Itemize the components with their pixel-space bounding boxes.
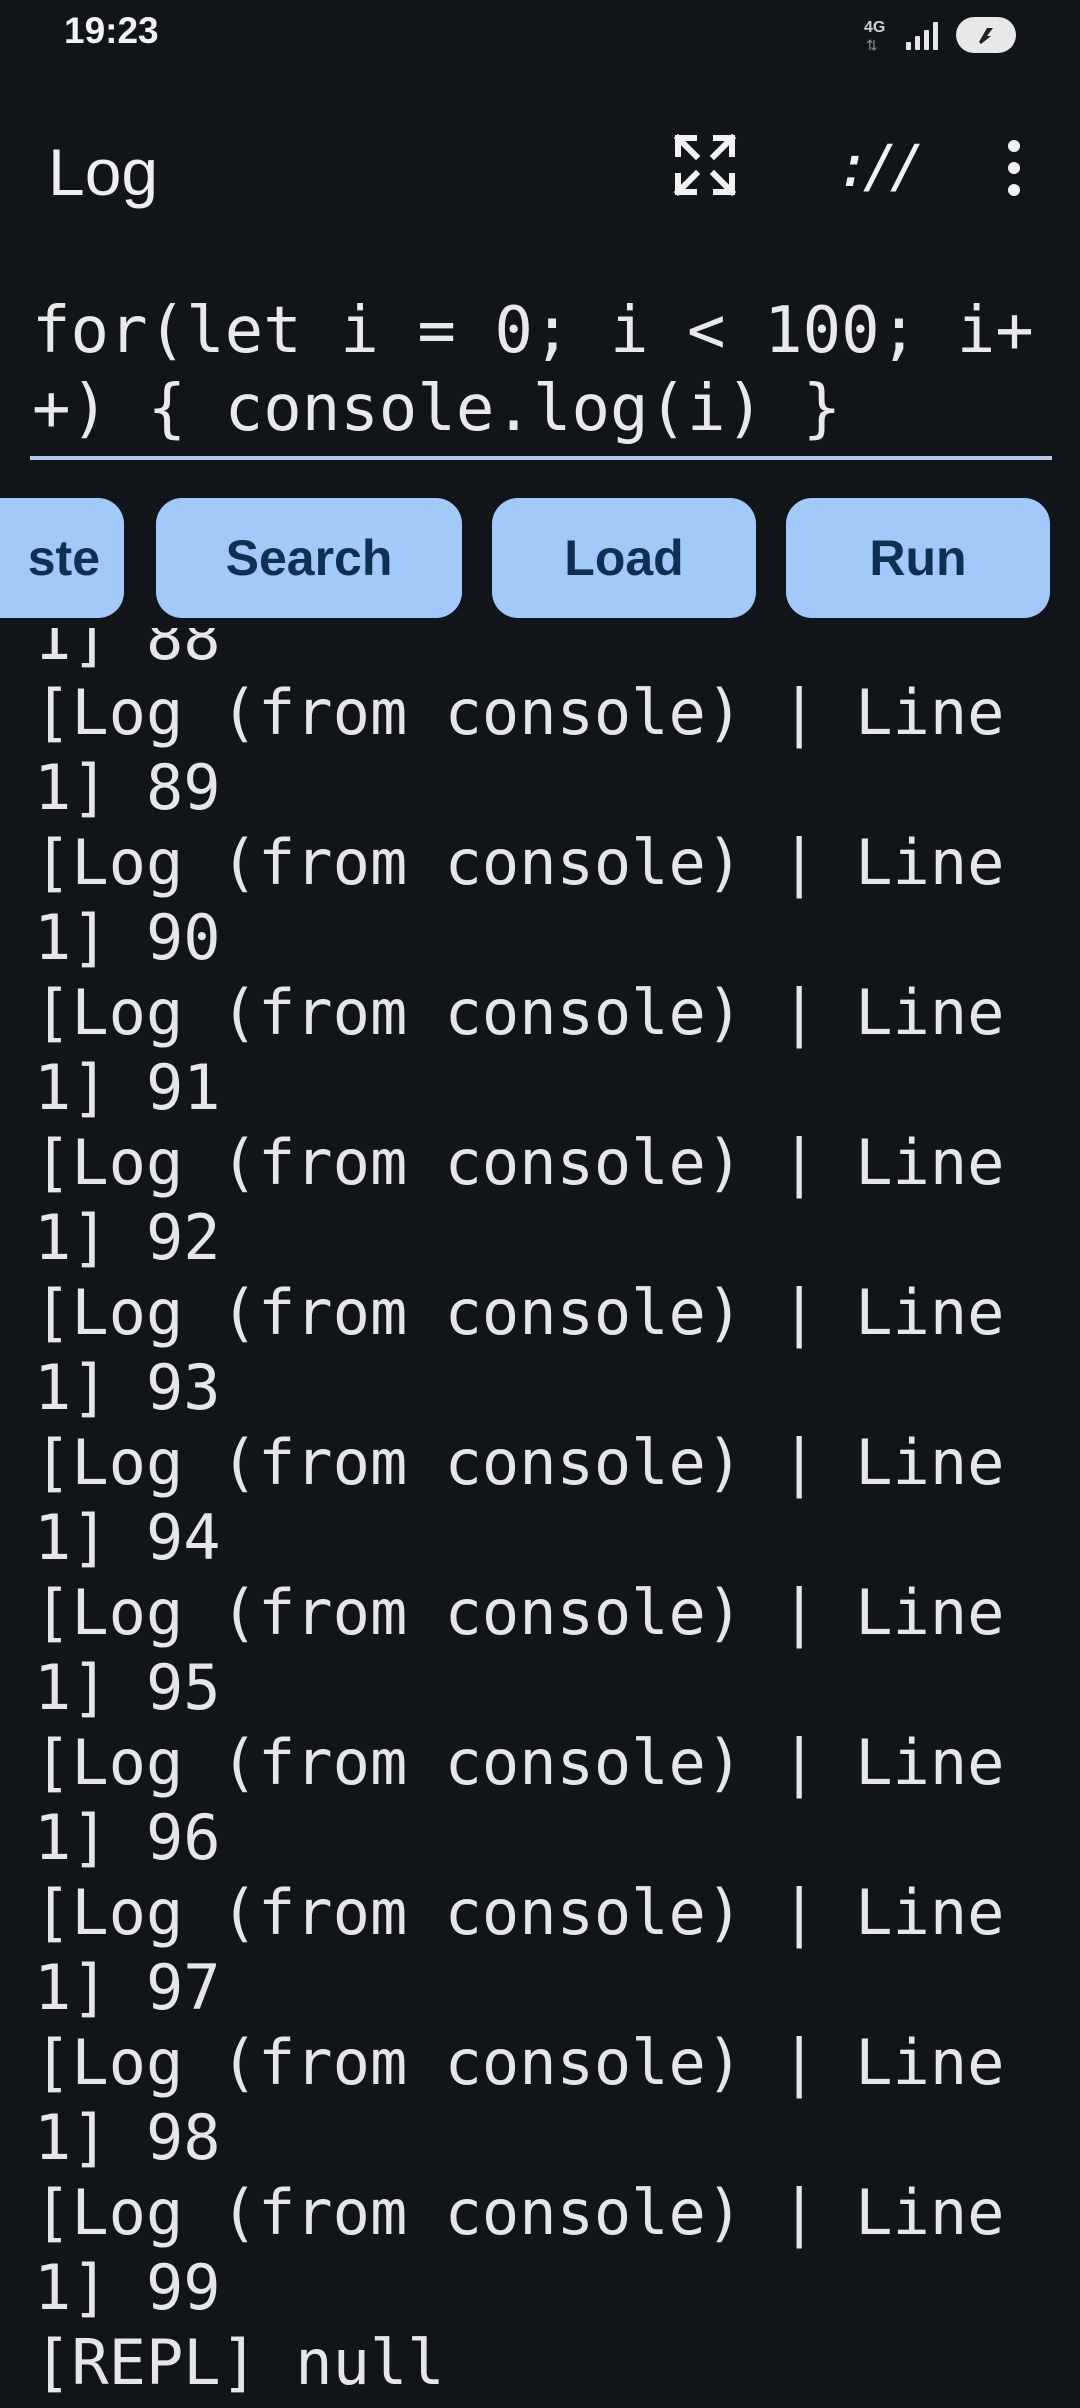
status-bar: 19:23 4G ⇅: [0, 0, 1080, 70]
signal-icon: [906, 20, 938, 50]
search-button[interactable]: Search: [156, 498, 462, 618]
log-line: 1] 97: [34, 1951, 221, 2024]
log-line: 1] 96: [34, 1801, 221, 1874]
paste-button[interactable]: ste: [0, 498, 124, 618]
battery-icon: [956, 17, 1016, 53]
network-4g-icon: 4G ⇅: [864, 19, 886, 53]
log-line: 1] 93: [34, 1351, 221, 1424]
log-line: [Log (from console) | Line: [34, 1126, 1005, 1199]
log-line: 1] 94: [34, 1501, 221, 1574]
log-line: 1] 98: [34, 2101, 221, 2174]
log-line: 1] 91: [34, 1051, 221, 1124]
log-output[interactable]: 1] 88 [Log (from console) | Line 1] 89 [Log…: [0, 628, 1080, 2408]
log-line: [Log (from console) | Line: [34, 1276, 1005, 1349]
more-options-icon[interactable]: [1000, 140, 1028, 196]
log-line: [Log (from console) | Line: [34, 2026, 1005, 2099]
code-input[interactable]: for(let i = 0; i < 100; i++) { console.l…: [30, 292, 1052, 460]
log-line: [Log (from console) | Line: [34, 2176, 1005, 2249]
log-scroll: 1] 88 [Log (from console) | Line 1] 89 [Log…: [34, 628, 1054, 2400]
log-line: 1] 89: [34, 751, 221, 824]
log-line: [Log (from console) | Line: [34, 1876, 1005, 1949]
regex-icon[interactable]: ://: [836, 132, 925, 200]
status-time: 19:23: [64, 10, 159, 51]
button-row: ste Search Load Run: [0, 498, 1080, 620]
fullscreen-expand-icon[interactable]: [672, 132, 738, 198]
log-line: 1] 90: [34, 901, 221, 974]
log-line: 1] 95: [34, 1651, 221, 1724]
log-line: 1] 99: [34, 2251, 221, 2324]
log-line: [Log (from console) | Line: [34, 1426, 1005, 1499]
log-line: [Log (from console) | Line: [34, 676, 1005, 749]
page-title: Log: [48, 135, 159, 209]
log-line: 1] 88: [34, 628, 221, 674]
log-line: 1] 92: [34, 1201, 221, 1274]
log-line: [Log (from console) | Line: [34, 826, 1005, 899]
run-button[interactable]: Run: [786, 498, 1050, 618]
load-button[interactable]: Load: [492, 498, 756, 618]
log-line: [Log (from console) | Line: [34, 1726, 1005, 1799]
status-icons: 4G ⇅: [864, 12, 1016, 58]
app-bar: Log: [0, 100, 1080, 240]
log-line: [Log (from console) | Line: [34, 976, 1005, 1049]
log-line: [Log (from console) | Line: [34, 1576, 1005, 1649]
log-line: [REPL] null: [34, 2326, 445, 2399]
